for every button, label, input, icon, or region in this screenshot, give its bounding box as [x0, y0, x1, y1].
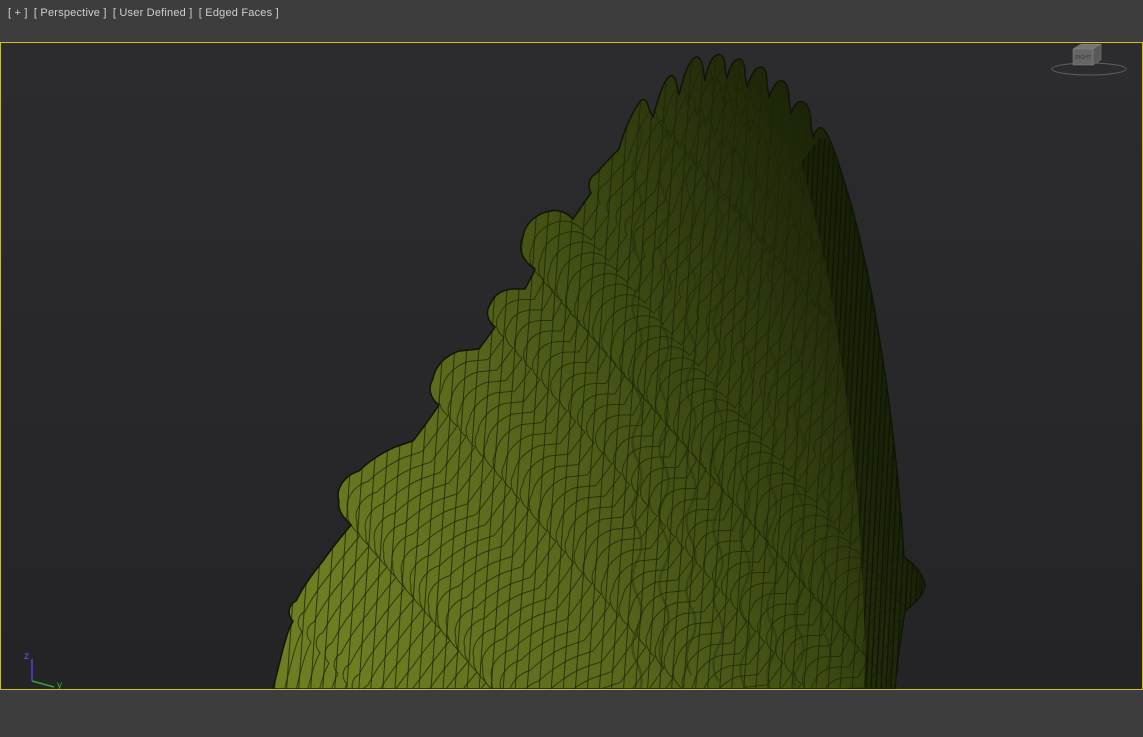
viewcube-face-label: RIGHT	[1075, 55, 1091, 61]
scene-canvas[interactable]: RIGHT z y	[1, 43, 1142, 689]
viewport-shading-menu[interactable]: [ Edged Faces ]	[199, 7, 279, 19]
viewport-pov-menu[interactable]: [ Perspective ]	[34, 7, 107, 19]
axis-y-line	[31, 680, 55, 688]
viewport-lighting-menu[interactable]: [ User Defined ]	[113, 7, 193, 19]
top-ui-strip: [ + ] [ Perspective ] [ User Defined ] […	[0, 0, 1143, 42]
viewcube[interactable]: RIGHT	[1051, 43, 1127, 76]
bottom-ui-strip	[0, 690, 1143, 737]
axis-tripod: z y	[24, 651, 62, 689]
rim-shading	[273, 54, 925, 689]
3dsmax-window: [ + ] [ Perspective ] [ User Defined ] […	[0, 0, 1143, 737]
viewport-label-bar: [ + ] [ Perspective ] [ User Defined ] […	[8, 7, 282, 19]
axis-y-label: y	[57, 680, 62, 689]
perspective-viewport[interactable]: RIGHT z y	[0, 42, 1143, 690]
axis-z-label: z	[24, 651, 29, 662]
viewport-general-menu[interactable]: [ + ]	[8, 7, 28, 19]
model-mesh[interactable]	[1, 43, 1142, 689]
